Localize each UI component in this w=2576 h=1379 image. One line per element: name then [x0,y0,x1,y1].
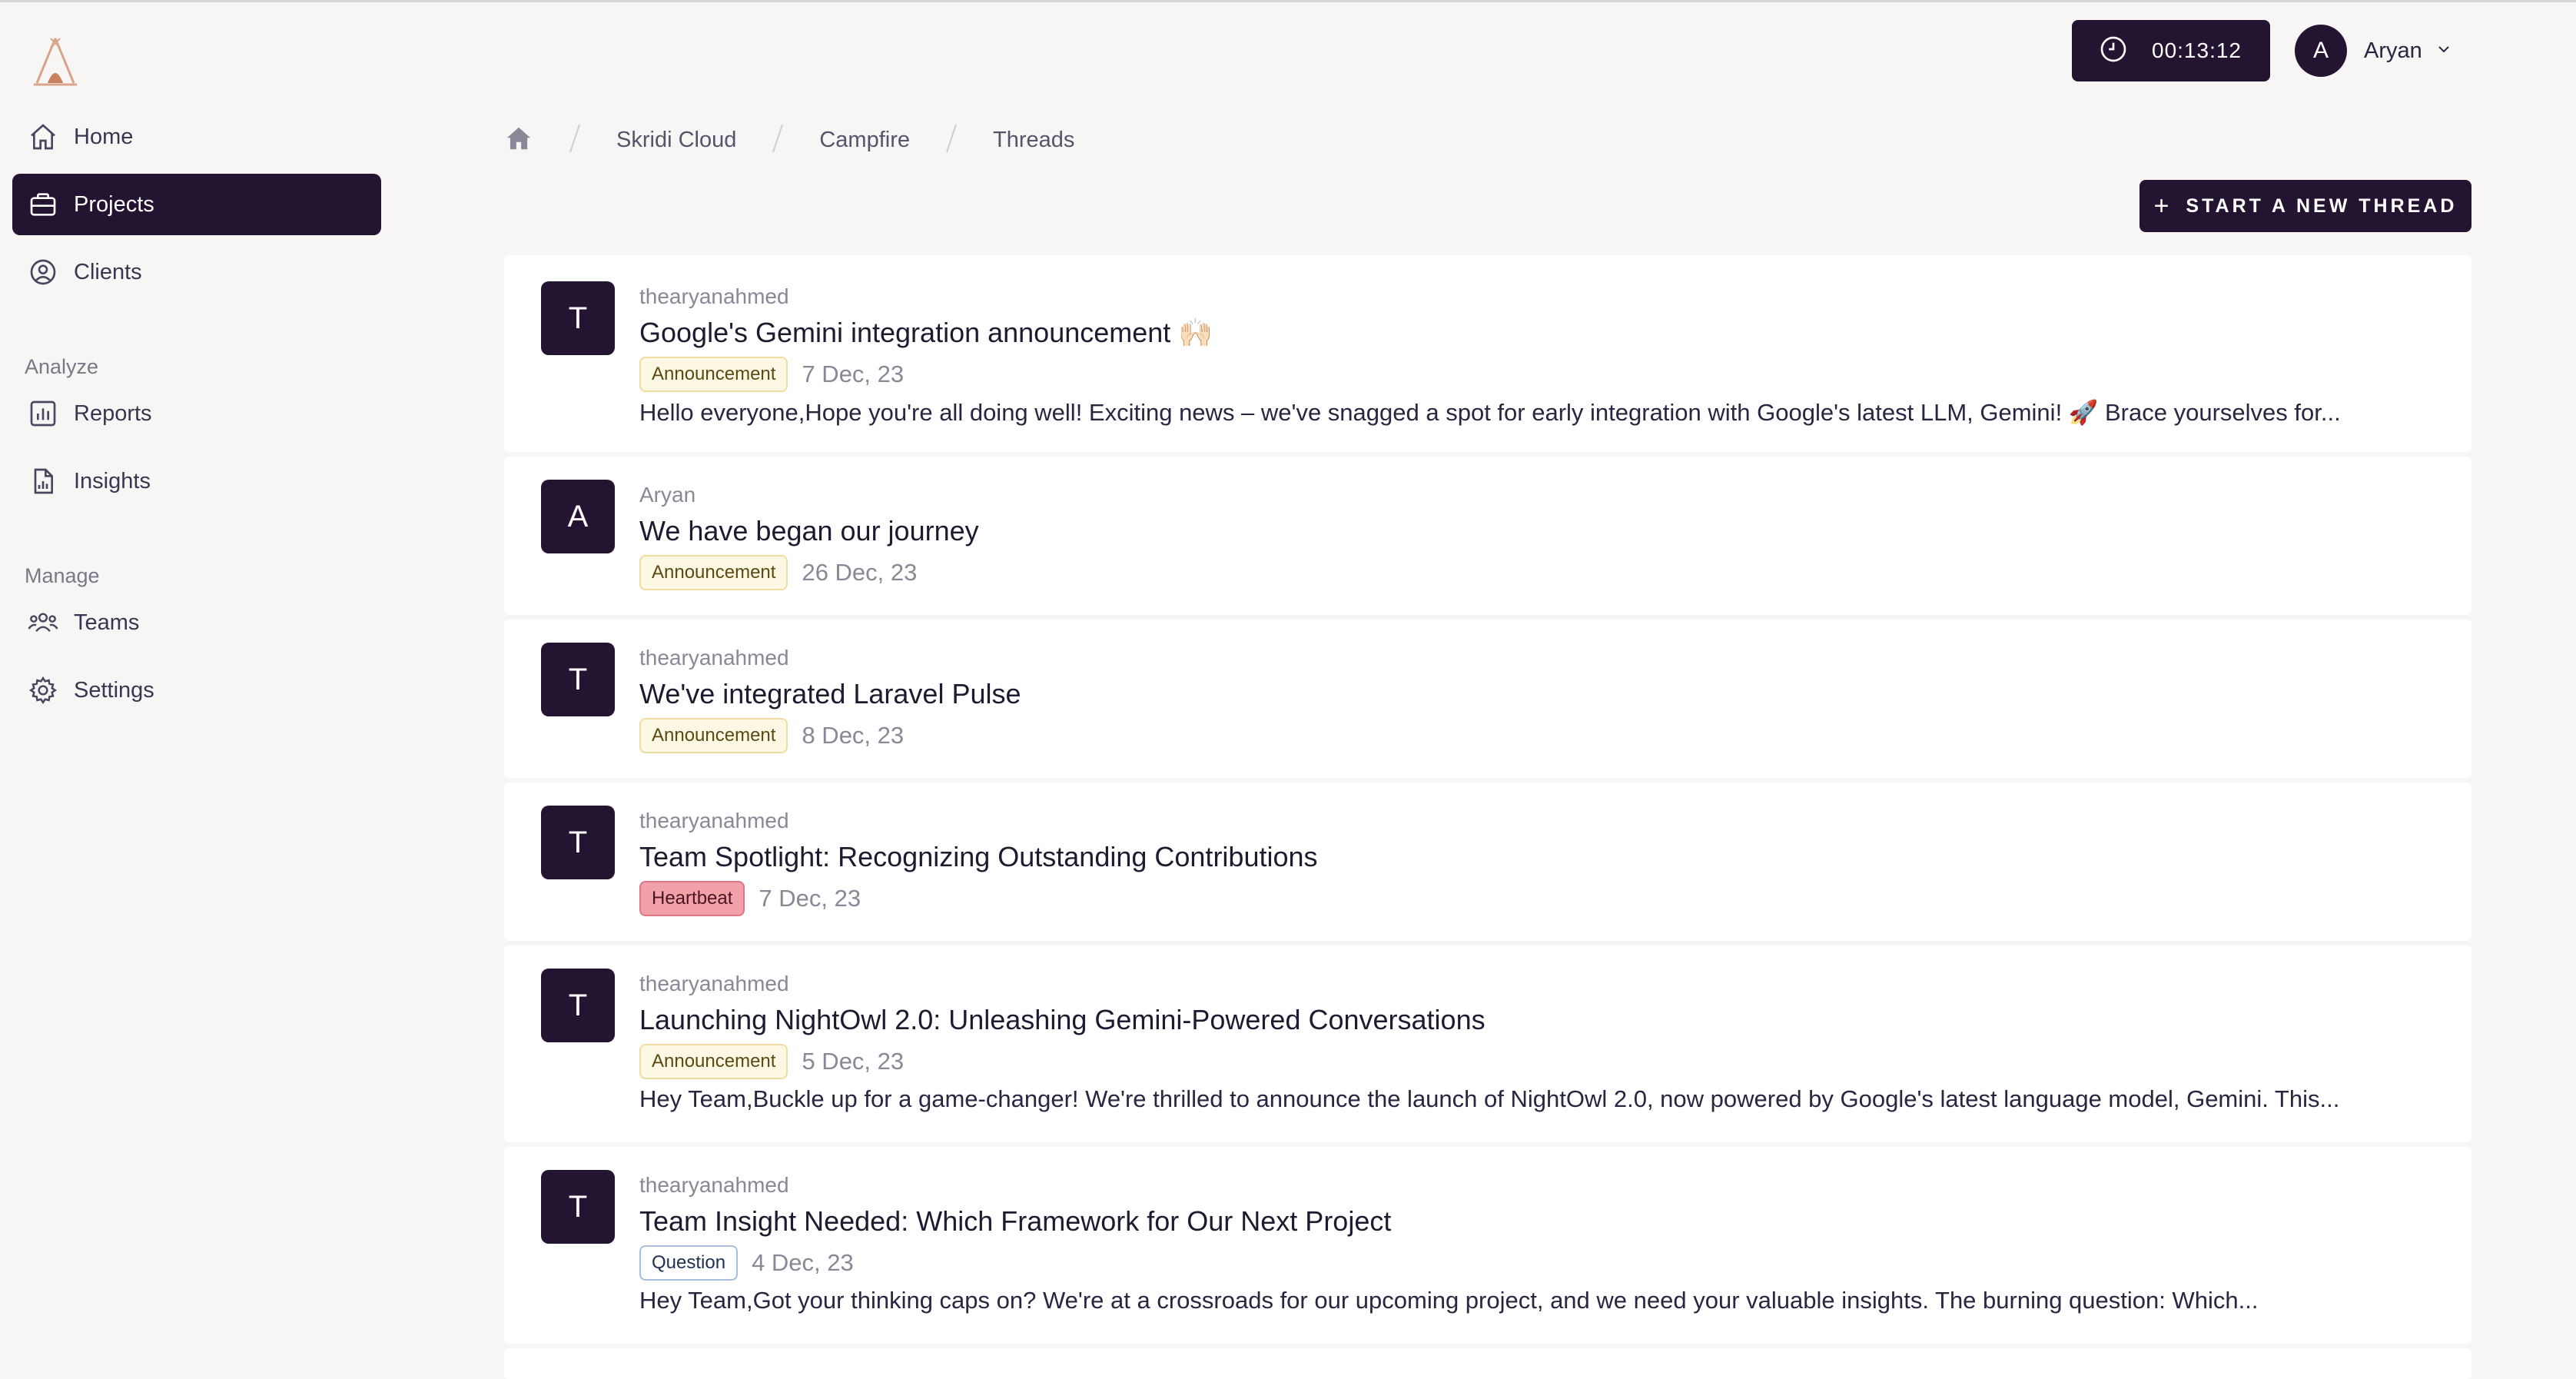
thread-tag-badge: Announcement [639,1044,788,1079]
thread-meta: Announcement 7 Dec, 23 [639,357,904,392]
thread-tag-badge: Heartbeat [639,881,745,916]
sidebar-item-label: Teams [74,610,140,635]
home-icon[interactable] [504,124,533,157]
avatar: A [2295,25,2347,77]
thread-author: Aryan [639,483,696,507]
sidebar-item-reports[interactable]: Reports [12,383,381,444]
sidebar-item-settings[interactable]: Settings [12,660,381,721]
thread-item[interactable] [504,1348,2471,1379]
sidebar-item-label: Projects [74,191,154,217]
thread-excerpt: Hey Team,Buckle up for a game-changer! W… [639,1085,2340,1112]
thread-tag-badge: Announcement [639,357,788,392]
thread-title[interactable]: Team Insight Needed: Which Framework for… [639,1205,1391,1238]
avatar: T [541,643,615,716]
thread-item[interactable]: T thearyanahmed Google's Gemini integrat… [504,255,2471,452]
thread-item[interactable]: T thearyanahmed Launching NightOwl 2.0: … [504,945,2471,1142]
thread-tag-badge: Announcement [639,555,788,590]
avatar: T [541,969,615,1042]
plus-icon: + [2153,191,2169,221]
sidebar-item-label: Reports [74,400,152,426]
avatar: A [541,480,615,553]
thread-excerpt: Hey Team,Got your thinking caps on? We'r… [639,1287,2259,1314]
start-new-thread-button[interactable]: + START A NEW THREAD [2139,180,2471,232]
document-chart-icon [12,466,74,497]
user-name: Aryan [2364,38,2422,63]
time-tracker-button[interactable]: 00:13:12 [2072,20,2270,81]
clock-icon [2098,34,2129,68]
thread-item[interactable]: T thearyanahmed We've integrated Laravel… [504,620,2471,778]
sidebar-item-insights[interactable]: Insights [12,450,381,512]
breadcrumb: Skridi Cloud Campfire Threads [504,123,1074,157]
sidebar-item-home[interactable]: Home [12,106,381,168]
thread-meta: Heartbeat 7 Dec, 23 [639,881,861,916]
avatar: T [541,806,615,879]
thread-date: 7 Dec, 23 [759,885,861,912]
bar-chart-icon [12,398,74,429]
sidebar: Home Projects Clients Analyze Reports In… [0,0,400,1362]
users-icon [12,607,74,638]
thread-title[interactable]: Launching NightOwl 2.0: Unleashing Gemin… [639,1004,1486,1036]
thread-tag-badge: Question [639,1245,739,1281]
thread-date: 7 Dec, 23 [802,361,905,387]
sidebar-item-label: Insights [74,468,151,493]
thread-title[interactable]: Google's Gemini integration announcement… [639,317,1213,349]
sidebar-item-label: Clients [74,259,142,284]
thread-author: thearyanahmed [639,809,789,832]
breadcrumb-separator [567,123,583,158]
home-icon [12,121,74,152]
section-label-manage: Manage [25,564,100,587]
thread-excerpt: Hello everyone,Hope you're all doing wel… [639,399,2341,426]
chevron-down-icon [2435,40,2453,62]
sidebar-item-clients[interactable]: Clients [12,241,381,303]
thread-meta: Question 4 Dec, 23 [639,1245,854,1281]
thread-date: 5 Dec, 23 [802,1048,905,1075]
thread-author: thearyanahmed [639,1173,789,1197]
thread-date: 8 Dec, 23 [802,722,905,749]
gear-icon [12,675,74,706]
avatar: T [541,281,615,355]
thread-item[interactable]: T thearyanahmed Team Insight Needed: Whi… [504,1147,2471,1344]
thread-title[interactable]: We have began our journey [639,515,979,547]
thread-meta: Announcement 8 Dec, 23 [639,718,904,753]
thread-author: thearyanahmed [639,646,789,670]
avatar: T [541,1170,615,1244]
thread-title[interactable]: We've integrated Laravel Pulse [639,678,1021,710]
thread-author: thearyanahmed [639,972,789,995]
thread-title[interactable]: Team Spotlight: Recognizing Outstanding … [639,841,1318,873]
section-label-analyze: Analyze [25,355,99,378]
thread-item[interactable]: A Aryan We have began our journey Announ… [504,457,2471,615]
thread-meta: Announcement 5 Dec, 23 [639,1044,904,1079]
sidebar-item-teams[interactable]: Teams [12,592,381,653]
thread-tag-badge: Announcement [639,718,788,753]
breadcrumb-separator [770,123,785,158]
app-logo[interactable] [31,35,80,89]
breadcrumb-separator [944,123,959,158]
start-new-thread-label: START A NEW THREAD [2186,194,2458,217]
breadcrumb-item[interactable]: Skridi Cloud [616,128,736,153]
breadcrumb-item[interactable]: Threads [993,128,1074,153]
user-circle-icon [12,257,74,287]
sidebar-item-label: Home [74,124,134,149]
thread-meta: Announcement 26 Dec, 23 [639,555,917,590]
sidebar-item-label: Settings [74,677,154,703]
user-menu[interactable]: A Aryan [2295,25,2453,77]
thread-date: 4 Dec, 23 [752,1249,854,1276]
thread-author: thearyanahmed [639,284,789,308]
sidebar-item-projects[interactable]: Projects [12,174,381,235]
timer-value: 00:13:12 [2152,38,2242,62]
breadcrumb-item[interactable]: Campfire [819,128,910,153]
thread-item[interactable]: T thearyanahmed Team Spotlight: Recogniz… [504,783,2471,941]
briefcase-icon [12,189,74,220]
thread-date: 26 Dec, 23 [802,559,918,586]
